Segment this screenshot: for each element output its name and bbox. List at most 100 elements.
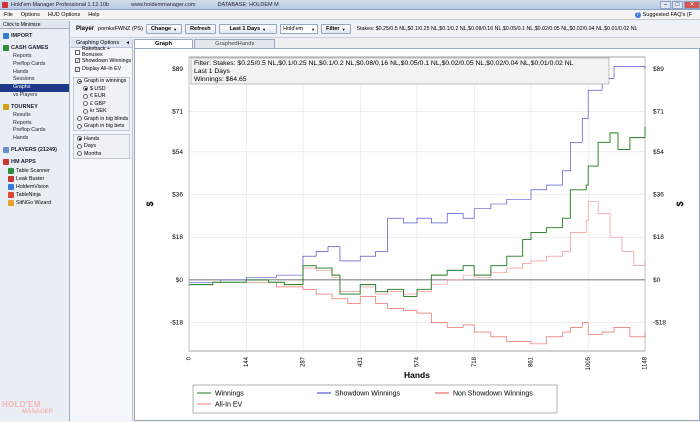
refresh-button[interactable]: Refresh — [185, 24, 216, 34]
filter-info-line: Last 1 Days — [194, 68, 230, 75]
sidebar-item-sessions[interactable]: Sessions — [0, 76, 69, 84]
app-label: HoldemVision — [16, 183, 49, 190]
option-radio[interactable]: $ USD — [74, 85, 129, 93]
sidebar-item-hands[interactable]: Hands — [0, 69, 69, 77]
option-radio[interactable]: € EUR — [74, 93, 129, 101]
tab-graphed-hands[interactable]: GraphedHands — [194, 39, 276, 48]
suggested-faqs-link[interactable]: ? Suggested FAQ's (F — [634, 11, 692, 18]
app-icon — [8, 167, 14, 174]
y-tick-label-left: $89 — [172, 66, 183, 73]
menu-hud-options[interactable]: HUD Options — [44, 12, 84, 18]
sidebar-item-tourney-results[interactable]: Results — [0, 112, 69, 120]
radio-label: Graph in winnings — [84, 78, 127, 85]
minimize-button[interactable]: – — [660, 0, 671, 9]
tab-graph[interactable]: Graph — [134, 39, 194, 48]
option-checkbox[interactable]: ✓ Showdown Winnings — [71, 57, 132, 66]
checkbox-box[interactable] — [75, 49, 80, 55]
y-axis-label-left: $ — [145, 201, 155, 206]
menu-options[interactable]: Options — [17, 12, 44, 18]
filter-button[interactable]: Filter ▼ — [321, 24, 351, 34]
import-icon — [3, 33, 9, 39]
sidebar-item-reports[interactable]: Reports — [0, 53, 69, 61]
graph-tabs: Graph GraphedHands — [134, 39, 700, 48]
x-tick-label: 861 — [529, 356, 535, 367]
option-radio[interactable]: £ GBP — [74, 100, 129, 108]
y-tick-label-right: $36 — [653, 192, 664, 199]
app-icon — [8, 199, 14, 206]
graphing-options-panel: Graphing Options ◂ Rakeback + Bonuses ✓ Sho… — [71, 39, 133, 421]
sidebar-section-players[interactable]: PLAYERS (21249) — [0, 145, 69, 155]
minimize-sidebar-button[interactable]: Click to Minimize — [0, 21, 69, 29]
sidebar-item-tourney-hands[interactable]: Hands — [0, 135, 69, 143]
y-tick-label-left: $54 — [172, 149, 183, 156]
option-radio[interactable]: Months — [74, 150, 129, 158]
sidebar-section-hm-apps[interactable]: HM APPS — [0, 157, 69, 167]
sidebar-item-tourney-reports[interactable]: Reports — [0, 120, 69, 128]
chevron-down-icon: ▼ — [341, 26, 346, 32]
sidebar-item-preflop-cards[interactable]: Preflop Cards — [0, 61, 69, 69]
option-radio[interactable]: Days — [74, 143, 129, 151]
radio-dot[interactable] — [83, 101, 88, 107]
radio-dot[interactable] — [77, 151, 82, 157]
checkbox-box[interactable]: ✓ — [75, 58, 80, 64]
window-url: www.holdemmanager.com — [130, 1, 196, 8]
sidebar-section-label: TOURNEY — [11, 103, 38, 110]
checkbox-box[interactable]: ✓ — [75, 66, 80, 72]
app-icon — [8, 175, 14, 182]
sidebar-section-tourney[interactable]: TOURNEY — [0, 102, 69, 112]
y-tick-label-left: $0 — [176, 277, 184, 284]
sidebar-app-tableninja[interactable]: TableNinja — [0, 191, 69, 199]
cash-games-icon — [3, 45, 9, 51]
y-tick-label-right: $89 — [653, 66, 664, 73]
radio-label: $ USD — [90, 85, 106, 92]
suggested-faqs-label: Suggested FAQ's (F — [642, 11, 692, 18]
players-icon — [3, 146, 9, 153]
radio-dot[interactable] — [77, 136, 82, 142]
radio-label: Graph in big bets — [84, 123, 125, 130]
radio-dot[interactable] — [83, 108, 88, 114]
sidebar-item-vs-players[interactable]: vs Players — [0, 92, 69, 100]
radio-dot[interactable] — [77, 78, 82, 84]
change-player-button[interactable]: Change ▼ — [145, 24, 183, 34]
option-checkbox[interactable]: ✓ Display All-In EV — [71, 65, 132, 74]
sidebar-item-tourney-preflop-cards[interactable]: Preflop Cards — [0, 127, 69, 135]
radio-label: £ GBP — [90, 100, 106, 107]
sidebar-app-holdemvision[interactable]: HoldemVision — [0, 183, 69, 191]
game-select[interactable]: Hold'em ▼ — [280, 24, 319, 34]
sidebar-section-import[interactable]: IMPORT — [0, 31, 69, 41]
maximize-button[interactable]: □ — [672, 0, 683, 9]
legend-entry: Non Showdown Winnings — [453, 391, 533, 398]
menu-help[interactable]: Help — [84, 12, 103, 18]
option-checkbox[interactable]: Rakeback + Bonuses — [71, 46, 132, 58]
option-radio[interactable]: Graph in big blinds — [74, 115, 129, 123]
player-name: pornksFWNZ (PS) — [98, 26, 143, 32]
radio-dot[interactable] — [77, 143, 82, 149]
winnings-chart: 0 144 287 431 574 718 861 1005 1148 -$18 -$18 $0 $0 $… — [145, 56, 685, 414]
option-radio[interactable]: Graph in big bets — [74, 123, 129, 131]
x-tick-label: 1005 — [586, 356, 592, 370]
close-button[interactable]: ✕ — [684, 0, 700, 9]
sidebar-app-leak-buster[interactable]: Leak Buster — [0, 175, 69, 183]
radio-dot[interactable] — [83, 93, 88, 99]
option-radio[interactable]: Hands — [74, 135, 129, 143]
hm-apps-icon — [3, 158, 9, 165]
sidebar-app-sitngo-wizard[interactable]: SitNGo Wizard — [0, 199, 69, 207]
radio-dot[interactable] — [77, 123, 82, 129]
sidebar-app-table-scanner[interactable]: Table Scanner — [0, 167, 69, 175]
option-radio[interactable]: kr SEK — [74, 108, 129, 116]
menu-file[interactable]: File — [0, 12, 17, 18]
x-tick-label: 0 — [187, 356, 193, 360]
hm-logo: HOLD'EM — [2, 400, 41, 409]
y-tick-label-left: $18 — [172, 234, 183, 241]
period-dropdown[interactable]: Last 1 Days ▼ — [218, 24, 278, 34]
radio-dot[interactable] — [77, 116, 82, 122]
option-radio[interactable]: Graph in winnings — [74, 78, 129, 86]
radio-label: Hands — [84, 135, 100, 142]
xaxis-radio-group: Hands Days Months — [73, 134, 130, 159]
sidebar-section-cash-games[interactable]: CASH GAMES — [0, 43, 69, 53]
filter-info-line: Winnings: $64.65 — [194, 76, 247, 83]
radio-dot[interactable] — [83, 86, 88, 92]
sidebar-item-graphs[interactable]: Graphs — [0, 84, 69, 92]
hm-logo-sub: MANAGER — [22, 409, 53, 415]
checkbox-label: Showdown Winnings — [82, 57, 132, 64]
